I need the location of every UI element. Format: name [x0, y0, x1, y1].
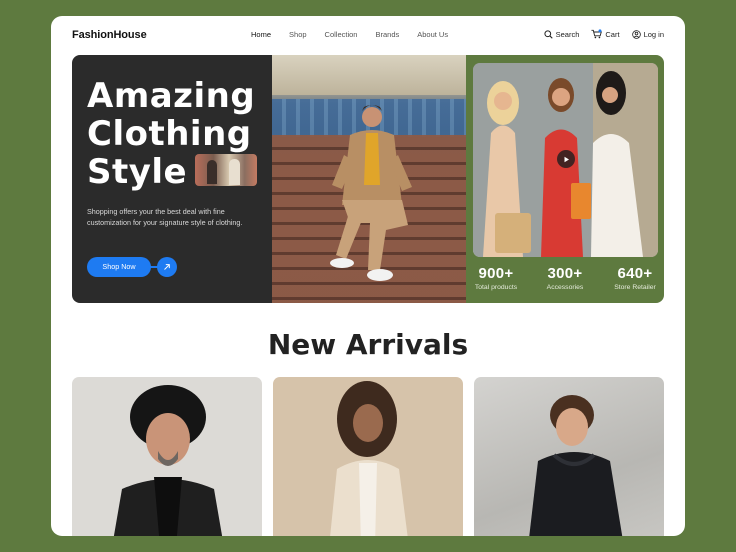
stat-value: 300+	[547, 265, 583, 282]
product-card-3[interactable]	[474, 377, 664, 536]
page-card: FashionHouse Home Shop Collection Brands…	[51, 16, 685, 536]
product-card-1[interactable]	[72, 377, 262, 536]
cart-icon	[591, 29, 603, 39]
stat-value: 900+	[478, 265, 514, 282]
user-icon	[631, 29, 641, 39]
new-arrivals-heading: New Arrivals	[267, 328, 469, 361]
hero-title: Amazing Clothing Style	[87, 76, 258, 192]
nav-about-us[interactable]: About Us	[417, 30, 448, 39]
seated-man-figure	[330, 105, 412, 281]
play-video-button[interactable]	[557, 150, 575, 168]
stat-value: 640+	[617, 265, 653, 282]
hero-banner: Amazing Clothing Style Shopping offers y…	[72, 55, 664, 303]
photo-stadium-roof	[272, 55, 466, 95]
hero-title-line-3: Style	[87, 152, 188, 192]
main-menu: Home Shop Collection Brands About Us	[251, 30, 466, 39]
nav-home[interactable]: Home	[251, 30, 271, 39]
hero-stats-panel: 900+ Total products 300+ Accessories 640…	[466, 55, 664, 303]
login-label: Log in	[643, 29, 664, 39]
stats-row: 900+ Total products 300+ Accessories 640…	[466, 265, 664, 303]
cart-button[interactable]: Cart	[591, 29, 620, 39]
shop-now-arrow-button[interactable]	[157, 257, 177, 277]
product-card-2[interactable]	[273, 377, 463, 536]
play-icon	[564, 156, 569, 162]
top-navbar: FashionHouse Home Shop Collection Brands…	[51, 16, 685, 56]
nav-shop[interactable]: Shop	[289, 30, 307, 39]
nav-brands[interactable]: Brands	[375, 30, 399, 39]
hero-description: Shopping offers your the best deal with …	[87, 207, 243, 227]
search-button[interactable]: Search	[544, 29, 580, 39]
hero-text-panel: Amazing Clothing Style Shopping offers y…	[72, 55, 272, 303]
hero-title-line-1: Amazing	[87, 76, 256, 116]
search-icon	[544, 29, 553, 39]
stat-store-retailer: 640+ Store Retailer	[610, 265, 660, 291]
nav-actions: Search Cart Log in	[544, 29, 664, 39]
arrow-up-right-icon	[164, 264, 170, 270]
stat-label: Total products	[474, 284, 518, 291]
stat-total-products: 900+ Total products	[472, 265, 520, 291]
hero-title-thumbnail-image	[195, 153, 258, 186]
login-button[interactable]: Log in	[631, 29, 664, 39]
shop-now-button[interactable]: Shop Now	[87, 257, 151, 277]
hero-title-line-3-row: Style	[87, 152, 258, 192]
shopping-women-photo	[473, 63, 658, 257]
woman-in-beige-jacket-photo	[330, 381, 408, 536]
stat-label: Accessories	[546, 284, 584, 291]
cart-label: Cart	[605, 29, 620, 39]
search-label: Search	[555, 29, 580, 39]
hero-model-photo	[272, 55, 466, 303]
man-in-black-hoodie-photo	[529, 395, 623, 536]
stat-label: Store Retailer	[614, 284, 656, 291]
brand-logo[interactable]: FashionHouse	[72, 29, 147, 41]
stat-accessories: 300+ Accessories	[539, 265, 591, 291]
nav-collection[interactable]: Collection	[325, 30, 358, 39]
hero-title-line-2: Clothing	[87, 114, 252, 154]
man-in-black-hat-photo	[113, 385, 223, 536]
